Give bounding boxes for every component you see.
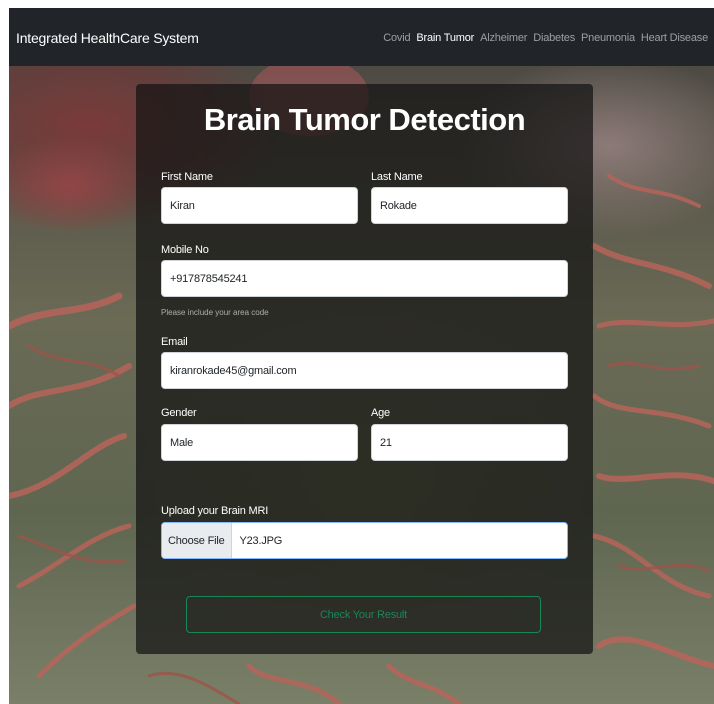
first-name-label: First Name [161,171,213,183]
top-navbar: Integrated HealthCare System Covid Brain… [9,8,714,66]
selected-file-name: Y23.JPG [239,534,283,547]
nav-links: Covid Brain Tumor Alzheimer Diabetes Pne… [383,32,708,44]
browser-viewport: Integrated HealthCare System Covid Brain… [9,8,714,704]
nav-link-pneumonia[interactable]: Pneumonia [581,32,635,44]
mri-file-input[interactable]: Choose File Y23.JPG [161,522,568,559]
page-title: Brain Tumor Detection [203,102,526,137]
mobile-label: Mobile No [161,244,209,256]
last-name-input[interactable]: Rokade [371,187,568,224]
email-label: Email [161,336,188,348]
nav-link-heart-disease[interactable]: Heart Disease [641,32,708,44]
nav-link-diabetes[interactable]: Diabetes [533,32,575,44]
brand-link[interactable]: Integrated HealthCare System [16,30,199,46]
first-name-input[interactable]: Kiran [161,187,358,224]
age-label: Age [371,407,390,419]
nav-link-alzheimer[interactable]: Alzheimer [480,32,527,44]
mobile-help-text: Please include your area code [161,308,269,317]
detection-form-card: Brain Tumor Detection First Name Kiran L… [136,84,593,654]
gender-label: Gender [161,407,197,419]
choose-file-button[interactable]: Choose File [162,523,232,558]
email-input[interactable]: kiranrokade45@gmail.com [161,352,568,389]
age-input[interactable]: 21 [371,424,568,461]
nav-link-covid[interactable]: Covid [383,32,410,44]
check-result-button[interactable]: Check Your Result [186,596,541,633]
last-name-label: Last Name [371,171,423,183]
nav-link-brain-tumor[interactable]: Brain Tumor [416,32,474,44]
upload-mri-label: Upload your Brain MRI [161,505,269,517]
gender-input[interactable]: Male [161,424,358,461]
mobile-input[interactable]: +917878545241 [161,260,568,297]
